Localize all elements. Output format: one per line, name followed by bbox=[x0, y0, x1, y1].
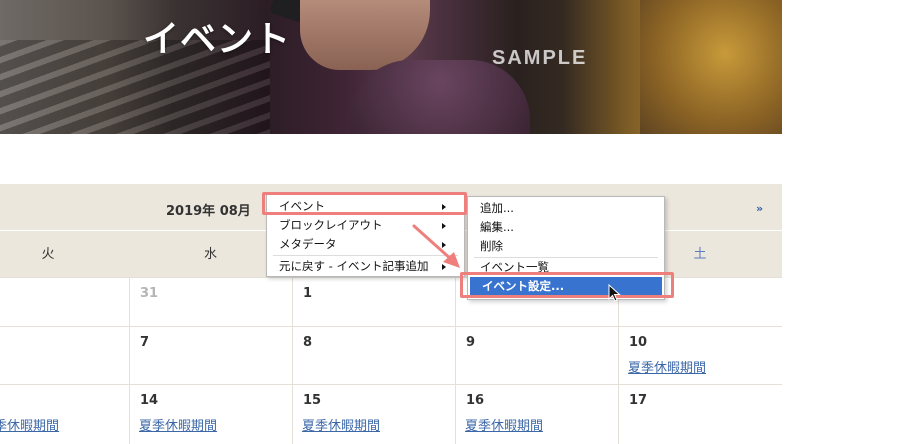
calendar-day-cell[interactable]: 10 夏季休暇期間 bbox=[618, 327, 782, 384]
hero-bag-graphic bbox=[640, 0, 782, 134]
menu-item-label: メタデータ bbox=[279, 237, 337, 251]
submenu-item-edit[interactable]: 編集... bbox=[468, 218, 664, 237]
calendar-week-row: 季休暇期間 14 夏季休暇期間 15 夏季休暇期間 16 夏季休暇期間 17 bbox=[0, 384, 782, 444]
event-link[interactable]: 夏季休暇期間 bbox=[465, 415, 543, 434]
day-number: 14 bbox=[140, 393, 159, 408]
event-link[interactable]: 夏季休暇期間 bbox=[302, 415, 380, 434]
menu-item-label: イベント bbox=[279, 199, 325, 213]
calendar-day-cell[interactable]: 15 夏季休暇期間 bbox=[292, 385, 455, 444]
calendar-day-cell[interactable]: 1 bbox=[292, 278, 455, 326]
event-link[interactable]: 夏季休暇期間 bbox=[628, 357, 706, 376]
calendar-day-cell[interactable]: 7 bbox=[129, 327, 292, 384]
menu-item-label: 元に戻す - イベント記事追加 bbox=[279, 259, 429, 273]
calendar-day-cell[interactable] bbox=[0, 278, 129, 326]
day-number: 10 bbox=[629, 335, 648, 350]
day-number: 17 bbox=[629, 393, 648, 408]
sample-watermark: SAMPLE bbox=[492, 47, 588, 69]
calendar-day-cell[interactable]: 31 bbox=[129, 278, 292, 326]
hero-banner: イベント SAMPLE bbox=[0, 0, 782, 134]
calendar-week-row: 7 8 9 10 夏季休暇期間 bbox=[0, 326, 782, 384]
submenu-item-delete[interactable]: 削除 bbox=[468, 237, 664, 256]
calendar-day-cell[interactable] bbox=[0, 327, 129, 384]
event-submenu: 追加... 編集... 削除 イベント一覧 イベント設定... bbox=[467, 196, 665, 300]
day-number: 9 bbox=[466, 335, 476, 350]
page-title: イベント bbox=[143, 19, 292, 60]
next-month-button[interactable]: » bbox=[756, 202, 763, 215]
day-number: 1 bbox=[303, 286, 313, 301]
day-number: 7 bbox=[140, 335, 150, 350]
annotation-arrow-icon bbox=[412, 224, 460, 268]
calendar-day-cell[interactable]: 16 夏季休暇期間 bbox=[455, 385, 618, 444]
event-link[interactable]: 季休暇期間 bbox=[0, 415, 59, 434]
day-number: 31 bbox=[140, 286, 159, 301]
calendar-day-cell[interactable]: 季休暇期間 bbox=[0, 385, 129, 444]
day-number: 8 bbox=[303, 335, 313, 350]
calendar-day-cell[interactable]: 9 bbox=[455, 327, 618, 384]
day-number: 15 bbox=[303, 393, 322, 408]
hero-sweater-graphic bbox=[350, 60, 530, 134]
menu-item-event[interactable]: イベント bbox=[267, 197, 464, 216]
event-link[interactable]: 夏季休暇期間 bbox=[139, 415, 217, 434]
submenu-item-event-list[interactable]: イベント一覧 bbox=[468, 258, 664, 277]
calendar-day-cell[interactable]: 8 bbox=[292, 327, 455, 384]
mouse-cursor-icon bbox=[608, 284, 621, 302]
calendar-day-cell[interactable]: 17 bbox=[618, 385, 782, 444]
submenu-item-event-settings[interactable]: イベント設定... bbox=[470, 277, 662, 296]
day-number: 16 bbox=[466, 393, 485, 408]
submenu-arrow-icon bbox=[442, 204, 446, 210]
submenu-item-add[interactable]: 追加... bbox=[468, 199, 664, 218]
weekday-tue: 火 bbox=[41, 247, 55, 262]
calendar-month-label: 2019年 08月 bbox=[166, 204, 251, 219]
calendar-day-cell[interactable]: 14 夏季休暇期間 bbox=[129, 385, 292, 444]
menu-item-label: ブロックレイアウト bbox=[279, 218, 383, 232]
